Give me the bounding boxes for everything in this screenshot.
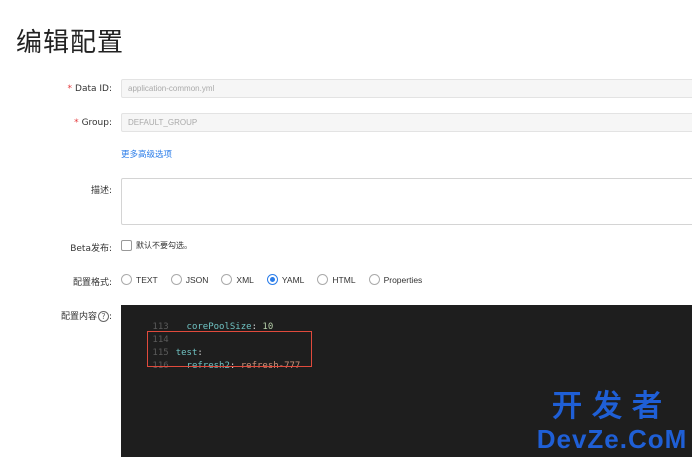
- highlight-annotation-box: [147, 331, 312, 367]
- data-id-label-text: Data ID:: [75, 84, 112, 94]
- group-label: * Group:: [74, 118, 112, 128]
- beta-label: Beta发布:: [70, 244, 112, 254]
- radio-button[interactable]: [221, 274, 233, 285]
- radio-label: HTML: [332, 274, 356, 285]
- content-label-text: 配置内容: [60, 312, 97, 322]
- radio-button[interactable]: [317, 274, 329, 285]
- required-mark: *: [74, 118, 79, 128]
- format-option-xml[interactable]: XML: [221, 274, 254, 285]
- radio-button[interactable]: [121, 274, 132, 285]
- code-line: 113 corePoolSize: 10: [121, 308, 273, 332]
- radio-label: YAML: [281, 274, 305, 285]
- required-mark: *: [67, 84, 73, 94]
- format-option-text[interactable]: TEXT: [121, 274, 158, 285]
- radio-label: TEXT: [136, 274, 158, 285]
- format-option-yaml[interactable]: YAML: [266, 274, 305, 285]
- help-icon[interactable]: ?: [97, 311, 109, 322]
- beta-checkbox[interactable]: [121, 240, 132, 251]
- format-option-properties[interactable]: Properties: [368, 274, 423, 285]
- group-field[interactable]: DEFAULT_GROUP: [121, 113, 692, 132]
- watermark-line2: DevZe.CoM: [536, 424, 688, 454]
- radio-button[interactable]: [368, 274, 380, 285]
- radio-label: XML: [236, 274, 254, 285]
- content-label: 配置内容?:: [60, 311, 112, 322]
- advanced-options-link[interactable]: 更多高级选项: [121, 148, 172, 160]
- watermark-line1: 开发者: [552, 390, 672, 423]
- description-textarea[interactable]: [121, 178, 692, 225]
- format-option-json[interactable]: JSON: [170, 274, 209, 285]
- format-label: 配置格式:: [72, 278, 112, 288]
- radio-button[interactable]: [170, 274, 182, 285]
- radio-label: Properties: [383, 274, 423, 285]
- data-id-label: * Data ID:: [68, 84, 112, 94]
- group-label-text: Group:: [81, 118, 112, 128]
- data-id-field[interactable]: application-common.yml: [121, 79, 692, 98]
- watermark-logo: 开发者 DevZe.CoM: [534, 390, 690, 454]
- beta-checkbox-label: 默认不要勾选。: [136, 241, 192, 250]
- radio-label: JSON: [185, 274, 209, 285]
- page-title: 编辑配置: [16, 28, 125, 58]
- radio-button-selected[interactable]: [266, 274, 278, 285]
- format-radio-group: TEXT JSON XML YAML HTML Properties: [121, 274, 435, 285]
- format-option-html[interactable]: HTML: [317, 274, 356, 285]
- beta-checkbox-row[interactable]: 默认不要勾选。: [121, 240, 192, 251]
- description-label: 描述:: [90, 186, 112, 196]
